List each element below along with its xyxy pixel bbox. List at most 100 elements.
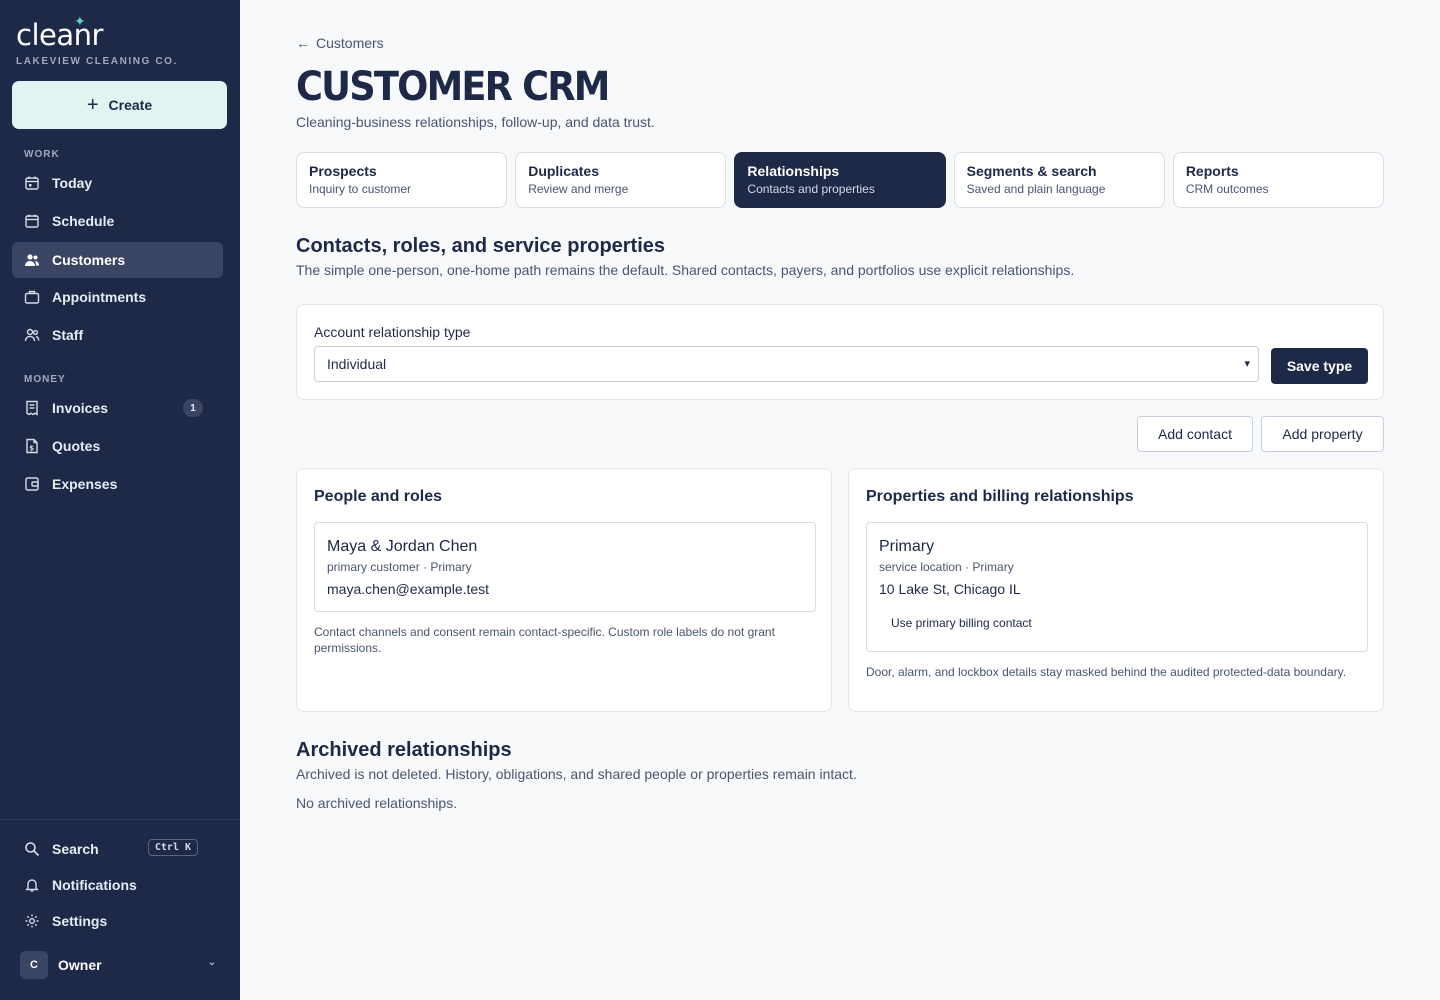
sidebar-item-label: Today [52,175,93,191]
work-section-label: WORK [24,149,60,160]
sidebar-item-label: Appointments [52,289,147,305]
owner-label: Owner [58,957,102,973]
sidebar-item-label: Quotes [52,438,101,454]
sidebar-notifications[interactable]: Notifications [12,867,223,903]
use-primary-billing-link[interactable]: Use primary billing contact [891,616,1032,630]
notifications-label: Notifications [52,877,137,893]
panel-title: People and roles [314,488,443,505]
sidebar-item-schedule[interactable]: Schedule [12,203,223,239]
tab-relationships[interactable]: Relationships Contacts and properties [734,152,946,208]
tab-label: Duplicates [528,163,600,179]
sidebar-item-staff[interactable]: Staff [12,317,223,353]
create-label: Create [108,97,153,113]
sidebar-item-invoices[interactable]: Invoices 1 [12,390,223,426]
logo-text: cleanr [16,18,103,52]
chevron-down-icon: ▾ [1244,358,1250,370]
tab-description: Inquiry to customer [309,182,412,196]
tab-description: CRM outcomes [1185,182,1269,196]
archived-empty-state: No archived relationships. [296,795,458,811]
save-type-button[interactable]: Save type [1271,348,1368,384]
tab-description: Contacts and properties [747,182,875,196]
file-dollar-icon: $ [24,438,40,454]
add-property-button[interactable]: Add property [1261,416,1384,452]
page-subtitle: Cleaning-business relationships, follow-… [296,114,655,130]
contact-role: primary customer · Primary [327,560,472,574]
tab-reports[interactable]: Reports CRM outcomes [1172,152,1385,208]
add-contact-button[interactable]: Add contact [1137,416,1253,452]
archived-section-title: Archived relationships [296,739,512,761]
property-name: Primary [879,538,935,555]
relationship-type-select[interactable]: Individual ▾ [314,346,1259,382]
owner-menu[interactable]: C Owner ⌄ [20,951,220,979]
sidebar-divider [0,819,240,820]
property-address: 10 Lake St, Chicago IL [879,581,1021,597]
users-icon [24,252,40,268]
breadcrumb-label: Customers [316,35,384,51]
contact-name: Maya & Jordan Chen [327,538,478,555]
tab-label: Relationships [747,163,840,179]
wallet-icon [24,476,40,492]
svg-text:$: $ [29,445,34,453]
sidebar-item-appointments[interactable]: Appointments [12,279,223,315]
tab-label: Reports [1185,163,1239,179]
page-title: CUSTOMER CRM [296,64,610,110]
calendar-icon [24,213,40,229]
panel-note: Contact channels and consent remain cont… [314,625,775,655]
calendar-today-icon [24,175,40,191]
sidebar-item-label: Staff [52,327,84,343]
sidebar-item-today[interactable]: Today [12,165,223,201]
panel-note: Door, alarm, and lockbox details stay ma… [866,665,1347,679]
sidebar: cleanr ✦ LAKEVIEW CLEANING CO. + Create … [0,0,240,1000]
sidebar-search[interactable]: Search Ctrl K [12,831,223,867]
create-button[interactable]: + Create [12,81,227,129]
sidebar-settings[interactable]: Settings [12,903,223,939]
tab-segments-search[interactable]: Segments & search Saved and plain langua… [953,152,1165,208]
sidebar-item-quotes[interactable]: $ Quotes [12,428,223,464]
avatar: C [20,951,48,979]
properties-panel: Properties and billing relationships Pri… [848,468,1384,712]
contact-card[interactable]: Maya & Jordan Chen primary customer · Pr… [314,522,816,612]
search-shortcut: Ctrl K [147,839,198,856]
sidebar-item-label: Customers [52,252,126,268]
contacts-section-title: Contacts, roles, and service properties [296,235,666,257]
archived-section-description: Archived is not deleted. History, obliga… [296,766,857,782]
tab-description: Review and merge [528,182,629,196]
app-logo[interactable]: cleanr ✦ [16,14,103,52]
panel-title: Properties and billing relationships [866,488,1134,505]
plus-icon: + [86,94,99,116]
sidebar-item-label: Expenses [52,476,118,492]
briefcase-icon [24,289,40,305]
relationship-type-label: Account relationship type [314,324,471,340]
gear-icon [24,913,40,929]
property-card[interactable]: Primary service location · Primary 10 La… [866,522,1368,652]
company-name: LAKEVIEW CLEANING CO. [16,56,178,67]
tab-description: Saved and plain language [966,182,1106,196]
tab-label: Segments & search [966,163,1097,179]
money-section-label: MONEY [24,374,66,385]
sidebar-item-label: Invoices [52,400,109,416]
contact-email: maya.chen@example.test [327,581,490,597]
invoices-count-badge: 1 [183,399,203,417]
people-panel: People and roles Maya & Jordan Chen prim… [296,468,832,712]
search-label: Search [52,841,99,857]
chevron-down-icon: ⌄ [207,957,216,968]
bell-icon [24,877,40,893]
property-type: service location · Primary [879,560,1014,574]
breadcrumb-back-link[interactable]: ← Customers [296,35,384,51]
sidebar-item-customers[interactable]: Customers [12,242,223,278]
staff-icon [24,327,40,343]
tab-label: Prospects [309,163,377,179]
search-icon [24,841,40,857]
arrow-left-icon: ← [296,35,310,51]
sparkle-icon: ✦ [74,14,86,30]
tab-duplicates[interactable]: Duplicates Review and merge [515,152,727,208]
relationship-type-card: Account relationship type Individual ▾ S… [296,304,1384,400]
tab-prospects[interactable]: Prospects Inquiry to customer [296,152,508,208]
contacts-section-description: The simple one-person, one-home path rem… [296,262,1075,278]
settings-label: Settings [52,913,108,929]
sidebar-item-expenses[interactable]: Expenses [12,466,223,502]
crm-tabs: Prospects Inquiry to customer Duplicates… [296,152,1385,208]
sidebar-item-label: Schedule [52,213,115,229]
receipt-icon [24,400,40,416]
relationship-type-value: Individual [327,356,387,372]
